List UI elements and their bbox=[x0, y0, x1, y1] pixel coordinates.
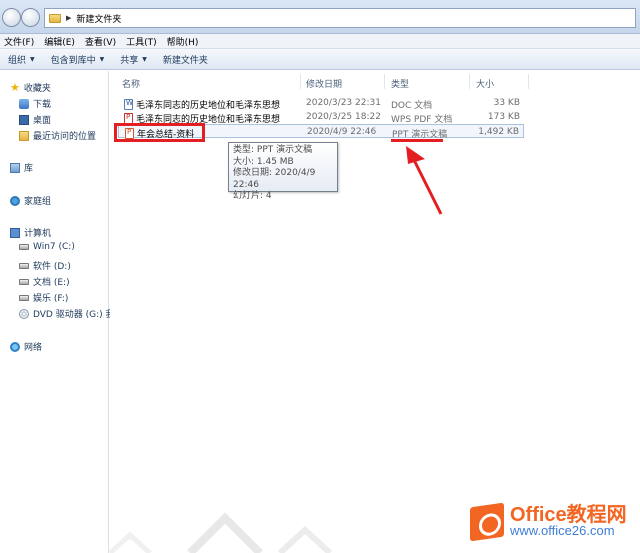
sidebar-item-drive-e[interactable]: 文档 (E:) bbox=[19, 275, 70, 288]
new-folder-label: 新建文件夹 bbox=[162, 55, 208, 66]
sidebar-item-label: Win7 (C:) bbox=[33, 242, 75, 252]
computer-icon bbox=[10, 227, 20, 238]
highlight-box bbox=[114, 123, 205, 142]
sidebar-item-label: 软件 (D:) bbox=[33, 262, 71, 272]
share-label: 共享 bbox=[120, 55, 139, 66]
file-row[interactable]: 毛泽东同志的历史地位和毛泽东思想 2020/3/23 22:31 DOC 文档 … bbox=[118, 96, 524, 111]
menu-view[interactable]: 查看(V) bbox=[81, 35, 122, 48]
tooltip-size: 大小: 1.45 MB bbox=[233, 156, 294, 167]
column-header-type[interactable]: 类型 bbox=[391, 77, 409, 90]
column-divider[interactable] bbox=[528, 74, 529, 89]
sidebar-item-homegroup[interactable]: 家庭组 bbox=[10, 194, 51, 207]
highlight-underline bbox=[391, 139, 443, 142]
sidebar-item-drive-f[interactable]: 娱乐 (F:) bbox=[19, 291, 68, 304]
organize-label: 组织 bbox=[8, 55, 27, 66]
caret-down-icon: ▼ bbox=[30, 55, 35, 63]
menu-edit[interactable]: 编辑(E) bbox=[40, 35, 81, 48]
watermark-brand: Office教程网 bbox=[510, 504, 627, 526]
hard-drive-icon bbox=[19, 262, 29, 269]
menu-help[interactable]: 帮助(H) bbox=[163, 35, 205, 48]
sidebar-item-recent[interactable]: 最近访问的位置 bbox=[19, 129, 96, 142]
tooltip-slides: 幻灯片: 4 bbox=[233, 191, 272, 201]
library-icon bbox=[10, 162, 20, 173]
file-size: 33 KB bbox=[493, 98, 520, 108]
menu-bar: 文件(F) 编辑(E) 查看(V) 工具(T) 帮助(H) bbox=[0, 34, 640, 49]
file-row[interactable]: 毛泽东同志的历史地位和毛泽东思想 2020/3/25 18:22 WPS PDF… bbox=[118, 110, 524, 125]
hard-drive-icon bbox=[19, 278, 29, 285]
recent-places-icon bbox=[19, 130, 29, 141]
sidebar-item-label: 家庭组 bbox=[24, 197, 52, 207]
column-header-size[interactable]: 大小 bbox=[476, 77, 494, 90]
office-logo-icon bbox=[470, 502, 504, 542]
column-header-modified[interactable]: 修改日期 bbox=[306, 77, 342, 90]
sidebar-item-label: 计算机 bbox=[24, 229, 52, 239]
back-button[interactable] bbox=[2, 8, 21, 27]
hard-drive-icon bbox=[19, 294, 29, 301]
caret-down-icon: ▼ bbox=[99, 55, 105, 63]
star-icon: ★ bbox=[10, 80, 20, 94]
file-list: 名称 修改日期 类型 大小 毛泽东同志的历史地位和毛泽东思想 2020/3/23… bbox=[110, 71, 640, 553]
folder-icon bbox=[49, 13, 61, 23]
address-path: 新建文件夹 bbox=[76, 14, 122, 25]
file-modified: 2020/3/23 22:31 bbox=[306, 98, 381, 108]
sidebar-item-label: 下载 bbox=[33, 100, 52, 110]
desktop-icon bbox=[19, 114, 29, 125]
chevron-right-icon: ▶ bbox=[66, 14, 72, 22]
sidebar-item-label: 桌面 bbox=[33, 116, 52, 126]
sidebar-item-desktop[interactable]: 桌面 bbox=[19, 113, 51, 126]
menu-tools[interactable]: 工具(T) bbox=[122, 35, 163, 48]
address-bar[interactable]: ▶ 新建文件夹 bbox=[44, 8, 636, 28]
organize-button[interactable]: 组织 ▼ bbox=[8, 53, 35, 66]
caret-down-icon: ▼ bbox=[142, 55, 147, 63]
downloads-icon bbox=[19, 98, 29, 109]
sidebar-item-library[interactable]: 库 bbox=[10, 161, 33, 174]
hard-drive-icon bbox=[19, 244, 29, 250]
network-icon bbox=[10, 341, 20, 352]
menu-file[interactable]: 文件(F) bbox=[0, 35, 40, 48]
file-modified: 2020/3/25 18:22 bbox=[306, 112, 381, 122]
file-modified: 2020/4/9 22:46 bbox=[307, 127, 377, 137]
file-size: 1,492 KB bbox=[478, 127, 519, 137]
navigation-pane: ★ 收藏夹 下载 桌面 最近访问的位置 库 家庭组 计算机 Win7 (C:) … bbox=[0, 71, 114, 553]
sidebar-item-label: 网络 bbox=[24, 343, 43, 353]
include-library-button[interactable]: 包含到库中 ▼ bbox=[51, 53, 105, 66]
sidebar-item-network[interactable]: 网络 bbox=[10, 340, 42, 353]
new-folder-button[interactable]: 新建文件夹 bbox=[163, 53, 208, 66]
watermark-text: Office教程网 www.office26.com bbox=[510, 504, 627, 538]
column-divider[interactable] bbox=[469, 74, 470, 89]
sidebar-item-label: 库 bbox=[24, 164, 34, 174]
file-size: 173 KB bbox=[487, 112, 520, 122]
share-button[interactable]: 共享 ▼ bbox=[120, 53, 147, 66]
homegroup-icon bbox=[10, 195, 20, 206]
sidebar-item-label: DVD 驱动器 (G:) 我 bbox=[33, 310, 115, 320]
tooltip-type: 类型: PPT 演示文稿 bbox=[233, 145, 313, 155]
sidebar-item-drive-g[interactable]: DVD 驱动器 (G:) 我 bbox=[19, 307, 114, 320]
dvd-drive-icon bbox=[19, 308, 29, 319]
column-header-name[interactable]: 名称 bbox=[122, 77, 140, 90]
sidebar-item-label: 文档 (E:) bbox=[33, 278, 70, 288]
sidebar-item-downloads[interactable]: 下载 bbox=[19, 97, 51, 110]
column-divider[interactable] bbox=[384, 74, 385, 89]
sidebar-item-label: 最近访问的位置 bbox=[33, 132, 97, 142]
file-tooltip: 类型: PPT 演示文稿 大小: 1.45 MB 修改日期: 2020/4/9 … bbox=[228, 142, 338, 201]
sidebar-item-drive-d[interactable]: 软件 (D:) bbox=[19, 259, 71, 272]
include-library-label: 包含到库中 bbox=[50, 55, 96, 66]
title-bar: ▶ 新建文件夹 bbox=[0, 0, 640, 34]
sidebar-item-drive-c[interactable]: Win7 (C:) bbox=[19, 242, 75, 252]
brand-watermark: Office教程网 www.office26.com bbox=[470, 502, 627, 542]
command-bar: 组织 ▼ 包含到库中 ▼ 共享 ▼ 新建文件夹 bbox=[0, 49, 640, 70]
word-doc-icon bbox=[124, 99, 133, 110]
sidebar-item-computer[interactable]: 计算机 bbox=[10, 226, 51, 239]
sidebar-item-label: 收藏夹 bbox=[23, 84, 51, 94]
forward-button[interactable] bbox=[21, 8, 40, 27]
watermark-url: www.office26.com bbox=[510, 523, 615, 538]
sidebar-item-favorites[interactable]: ★ 收藏夹 bbox=[10, 80, 51, 95]
sidebar-item-label: 娱乐 (F:) bbox=[33, 294, 69, 304]
column-divider[interactable] bbox=[300, 74, 301, 89]
tooltip-modified: 修改日期: 2020/4/9 22:46 bbox=[233, 168, 316, 190]
